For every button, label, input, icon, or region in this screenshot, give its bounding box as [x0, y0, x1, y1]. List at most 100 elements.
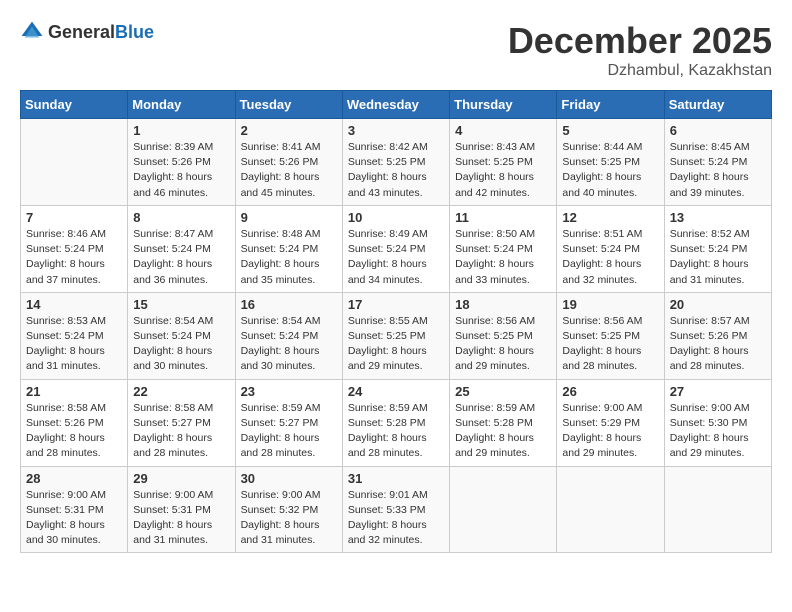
- month-title: December 2025: [508, 20, 772, 62]
- day-info: Sunrise: 8:56 AMSunset: 5:25 PMDaylight:…: [562, 314, 658, 375]
- day-number: 3: [348, 123, 444, 138]
- day-info: Sunrise: 8:41 AMSunset: 5:26 PMDaylight:…: [241, 140, 337, 201]
- calendar-week-row: 1 Sunrise: 8:39 AMSunset: 5:26 PMDaylight…: [21, 119, 772, 206]
- calendar-cell: [664, 466, 771, 553]
- day-number: 19: [562, 297, 658, 312]
- calendar-cell: 20Sunrise: 8:57 AMSunset: 5:26 PMDayligh…: [664, 292, 771, 379]
- calendar-cell: [21, 119, 128, 206]
- day-number: 26: [562, 384, 658, 399]
- day-info: Sunrise: 8:48 AMSunset: 5:24 PMDaylight:…: [241, 227, 337, 288]
- calendar-cell: 21 Sunrise: 8:58 AMSunset: 5:26 PMDayligh…: [21, 379, 128, 466]
- calendar-cell: 15 Sunrise: 8:54 AMSunset: 5:24 PMDayligh…: [128, 292, 235, 379]
- calendar-cell: 4 Sunrise: 8:43 AMSunset: 5:25 PMDaylight…: [450, 119, 557, 206]
- logo-icon: [20, 20, 44, 44]
- calendar-table: SundayMondayTuesdayWednesdayThursdayFrid…: [20, 90, 772, 553]
- day-number: 6: [670, 123, 766, 138]
- calendar-cell: 23 Sunrise: 8:59 AMSunset: 5:27 PMDayligh…: [235, 379, 342, 466]
- day-info: Sunrise: 8:54 AMSunset: 5:24 PMDaylight:…: [241, 314, 337, 375]
- day-number: 17: [348, 297, 444, 312]
- calendar-cell: 16 Sunrise: 8:54 AMSunset: 5:24 PMDayligh…: [235, 292, 342, 379]
- day-number: 18: [455, 297, 551, 312]
- header-sunday: Sunday: [21, 91, 128, 119]
- day-number: 27: [670, 384, 766, 399]
- day-number: 8: [133, 210, 229, 225]
- calendar-cell: 31 Sunrise: 9:01 AMSunset: 5:33 PMDayligh…: [342, 466, 449, 553]
- day-info: Sunrise: 8:51 AMSunset: 5:24 PMDaylight:…: [562, 227, 658, 288]
- day-number: 29: [133, 471, 229, 486]
- calendar-cell: 14 Sunrise: 8:53 AMSunset: 5:24 PMDayligh…: [21, 292, 128, 379]
- logo-general: General: [48, 22, 115, 42]
- header-monday: Monday: [128, 91, 235, 119]
- calendar-cell: 24Sunrise: 8:59 AMSunset: 5:28 PMDayligh…: [342, 379, 449, 466]
- day-info: Sunrise: 8:47 AMSunset: 5:24 PMDaylight:…: [133, 227, 229, 288]
- calendar-header-row: SundayMondayTuesdayWednesdayThursdayFrid…: [21, 91, 772, 119]
- calendar-cell: [450, 466, 557, 553]
- day-info: Sunrise: 9:01 AMSunset: 5:33 PMDaylight:…: [348, 488, 444, 549]
- calendar-week-row: 7 Sunrise: 8:46 AMSunset: 5:24 PMDaylight…: [21, 205, 772, 292]
- calendar-week-row: 14 Sunrise: 8:53 AMSunset: 5:24 PMDayligh…: [21, 292, 772, 379]
- day-info: Sunrise: 8:56 AMSunset: 5:25 PMDaylight:…: [455, 314, 551, 375]
- day-info: Sunrise: 8:52 AMSunset: 5:24 PMDaylight:…: [670, 227, 766, 288]
- day-info: Sunrise: 8:54 AMSunset: 5:24 PMDaylight:…: [133, 314, 229, 375]
- day-info: Sunrise: 8:58 AMSunset: 5:26 PMDaylight:…: [26, 401, 122, 462]
- day-info: Sunrise: 8:59 AMSunset: 5:27 PMDaylight:…: [241, 401, 337, 462]
- calendar-cell: 18 Sunrise: 8:56 AMSunset: 5:25 PMDayligh…: [450, 292, 557, 379]
- calendar-cell: 11Sunrise: 8:50 AMSunset: 5:24 PMDayligh…: [450, 205, 557, 292]
- calendar-cell: 8 Sunrise: 8:47 AMSunset: 5:24 PMDaylight…: [128, 205, 235, 292]
- day-number: 2: [241, 123, 337, 138]
- day-number: 10: [348, 210, 444, 225]
- day-info: Sunrise: 8:39 AMSunset: 5:26 PMDaylight:…: [133, 140, 229, 201]
- day-number: 31: [348, 471, 444, 486]
- day-info: Sunrise: 8:46 AMSunset: 5:24 PMDaylight:…: [26, 227, 122, 288]
- calendar-cell: 19 Sunrise: 8:56 AMSunset: 5:25 PMDayligh…: [557, 292, 664, 379]
- calendar-cell: 6 Sunrise: 8:45 AMSunset: 5:24 PMDaylight…: [664, 119, 771, 206]
- page-header: GeneralBlue December 2025 Dzhambul, Kaza…: [20, 20, 772, 80]
- day-number: 28: [26, 471, 122, 486]
- calendar-week-row: 28 Sunrise: 9:00 AMSunset: 5:31 PMDayligh…: [21, 466, 772, 553]
- day-info: Sunrise: 8:53 AMSunset: 5:24 PMDaylight:…: [26, 314, 122, 375]
- header-wednesday: Wednesday: [342, 91, 449, 119]
- calendar-cell: 9 Sunrise: 8:48 AMSunset: 5:24 PMDaylight…: [235, 205, 342, 292]
- day-info: Sunrise: 8:59 AMSunset: 5:28 PMDaylight:…: [348, 401, 444, 462]
- day-info: Sunrise: 8:50 AMSunset: 5:24 PMDaylight:…: [455, 227, 551, 288]
- day-number: 25: [455, 384, 551, 399]
- title-block: December 2025 Dzhambul, Kazakhstan: [508, 20, 772, 80]
- day-number: 1: [133, 123, 229, 138]
- calendar-cell: 30 Sunrise: 9:00 AMSunset: 5:32 PMDayligh…: [235, 466, 342, 553]
- day-number: 22: [133, 384, 229, 399]
- day-number: 21: [26, 384, 122, 399]
- day-number: 15: [133, 297, 229, 312]
- day-number: 30: [241, 471, 337, 486]
- day-info: Sunrise: 9:00 AMSunset: 5:32 PMDaylight:…: [241, 488, 337, 549]
- calendar-cell: 1 Sunrise: 8:39 AMSunset: 5:26 PMDaylight…: [128, 119, 235, 206]
- day-number: 7: [26, 210, 122, 225]
- calendar-week-row: 21 Sunrise: 8:58 AMSunset: 5:26 PMDayligh…: [21, 379, 772, 466]
- calendar-cell: 27 Sunrise: 9:00 AMSunset: 5:30 PMDayligh…: [664, 379, 771, 466]
- calendar-cell: [557, 466, 664, 553]
- header-friday: Friday: [557, 91, 664, 119]
- day-info: Sunrise: 9:00 AMSunset: 5:30 PMDaylight:…: [670, 401, 766, 462]
- logo: GeneralBlue: [20, 20, 154, 44]
- calendar-cell: 26 Sunrise: 9:00 AMSunset: 5:29 PMDayligh…: [557, 379, 664, 466]
- day-info: Sunrise: 8:49 AMSunset: 5:24 PMDaylight:…: [348, 227, 444, 288]
- calendar-cell: 29Sunrise: 9:00 AMSunset: 5:31 PMDayligh…: [128, 466, 235, 553]
- day-number: 9: [241, 210, 337, 225]
- day-info: Sunrise: 8:58 AMSunset: 5:27 PMDaylight:…: [133, 401, 229, 462]
- calendar-cell: 22 Sunrise: 8:58 AMSunset: 5:27 PMDayligh…: [128, 379, 235, 466]
- location: Dzhambul, Kazakhstan: [508, 62, 772, 80]
- day-number: 14: [26, 297, 122, 312]
- day-number: 16: [241, 297, 337, 312]
- header-thursday: Thursday: [450, 91, 557, 119]
- day-info: Sunrise: 9:00 AMSunset: 5:31 PMDaylight:…: [26, 488, 122, 549]
- day-info: Sunrise: 8:43 AMSunset: 5:25 PMDaylight:…: [455, 140, 551, 201]
- day-info: Sunrise: 8:42 AMSunset: 5:25 PMDaylight:…: [348, 140, 444, 201]
- calendar-cell: 13Sunrise: 8:52 AMSunset: 5:24 PMDayligh…: [664, 205, 771, 292]
- day-info: Sunrise: 9:00 AMSunset: 5:29 PMDaylight:…: [562, 401, 658, 462]
- calendar-cell: 12Sunrise: 8:51 AMSunset: 5:24 PMDayligh…: [557, 205, 664, 292]
- day-info: Sunrise: 8:45 AMSunset: 5:24 PMDaylight:…: [670, 140, 766, 201]
- day-info: Sunrise: 8:44 AMSunset: 5:25 PMDaylight:…: [562, 140, 658, 201]
- day-number: 4: [455, 123, 551, 138]
- day-number: 23: [241, 384, 337, 399]
- calendar-cell: 5Sunrise: 8:44 AMSunset: 5:25 PMDaylight…: [557, 119, 664, 206]
- calendar-cell: 28 Sunrise: 9:00 AMSunset: 5:31 PMDayligh…: [21, 466, 128, 553]
